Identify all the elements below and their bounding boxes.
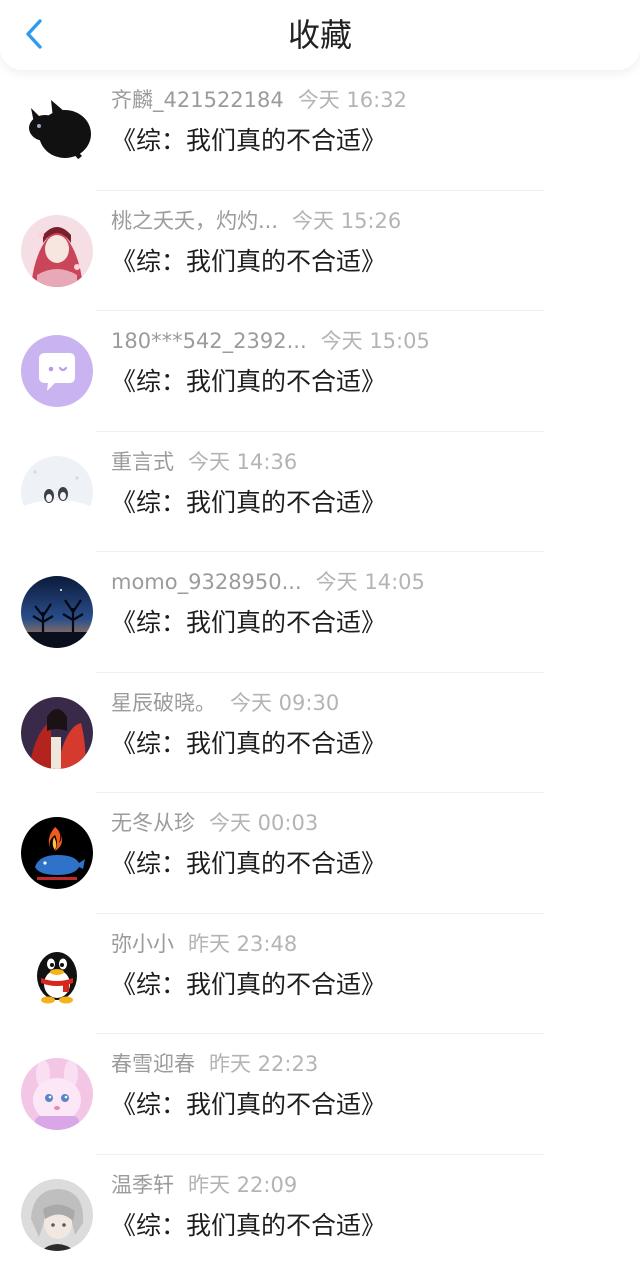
- timestamp: 昨天 22:09: [188, 1172, 298, 1197]
- book-title[interactable]: 《综：我们真的不合适》: [111, 365, 386, 399]
- book-title[interactable]: 《综：我们真的不合适》: [111, 727, 386, 761]
- list-item[interactable]: 齐麟_421522184 今天 16:32 《综：我们真的不合适》: [0, 70, 640, 191]
- top-bar: 收藏: [0, 0, 640, 70]
- red-robe-avatar[interactable]: [21, 696, 93, 769]
- timestamp: 今天 15:05: [320, 329, 430, 353]
- book-title[interactable]: 《综：我们真的不合适》: [111, 847, 386, 881]
- timestamp: 昨天 22:23: [209, 1052, 319, 1076]
- list-item[interactable]: 无冬从珍 今天 00:03 《综：我们真的不合适》: [0, 793, 640, 914]
- item-meta: 齐麟_421522184 今天 16:32: [111, 86, 407, 114]
- snow-birds-avatar[interactable]: [21, 455, 93, 528]
- user-name[interactable]: momo_9328950...: [111, 570, 302, 594]
- pink-bunny-avatar[interactable]: [21, 1058, 93, 1130]
- list-item[interactable]: 温季轩 昨天 22:09 《综：我们真的不合适》: [0, 1155, 640, 1270]
- user-name[interactable]: 无冬从珍: [111, 811, 195, 835]
- user-name[interactable]: 春雪迎春: [111, 1052, 195, 1076]
- user-name[interactable]: 星辰破晓。: [111, 691, 216, 715]
- user-name[interactable]: 温季轩: [111, 1173, 174, 1197]
- book-title[interactable]: 《综：我们真的不合适》: [111, 124, 386, 158]
- item-meta: 重言式 今天 14:36: [111, 448, 297, 476]
- user-name[interactable]: 弥小小: [111, 932, 174, 956]
- timestamp: 昨天 23:48: [188, 931, 298, 956]
- item-meta: 180***542_2392... 今天 15:05: [111, 327, 430, 355]
- silver-hair-avatar[interactable]: [21, 1178, 93, 1251]
- fire-whale-avatar[interactable]: [21, 817, 93, 889]
- user-name[interactable]: 齐麟_421522184: [111, 88, 284, 112]
- purple-chat-avatar[interactable]: [21, 335, 93, 407]
- night-sky-avatar[interactable]: [21, 576, 93, 648]
- timestamp: 今天 16:32: [297, 88, 407, 112]
- page-title: 收藏: [287, 16, 352, 54]
- list-item[interactable]: 桃之夭夭，灼灼... 今天 15:26 《综：我们真的不合适》: [0, 191, 640, 311]
- item-meta: 春雪迎春 昨天 22:23: [111, 1050, 318, 1078]
- item-meta: 弥小小 昨天 23:48: [111, 930, 297, 958]
- favorites-list: 齐麟_421522184 今天 16:32 《综：我们真的不合适》 桃之夭夭，灼灼: [0, 70, 640, 1270]
- favorites-screen: 收藏 齐麟_421522184 今天 16:32 《综：我们真的不合适》 桃之夭…: [0, 0, 640, 1270]
- book-title[interactable]: 《综：我们真的不合适》: [111, 1209, 386, 1243]
- user-name[interactable]: 重言式: [111, 450, 174, 474]
- item-meta: momo_9328950... 今天 14:05: [111, 568, 425, 596]
- list-item[interactable]: 春雪迎春 昨天 22:23 《综：我们真的不合适》: [0, 1034, 640, 1155]
- black-cat-avatar[interactable]: [21, 94, 93, 166]
- timestamp: 今天 15:26: [292, 208, 402, 233]
- book-title[interactable]: 《综：我们真的不合适》: [111, 245, 386, 279]
- penguin-avatar[interactable]: [21, 937, 93, 1010]
- timestamp: 今天 00:03: [209, 811, 319, 835]
- book-title[interactable]: 《综：我们真的不合适》: [111, 486, 386, 520]
- list-item[interactable]: 弥小小 昨天 23:48 《综：我们真的不合适》: [0, 914, 640, 1034]
- user-name[interactable]: 180***542_2392...: [111, 329, 307, 353]
- item-meta: 桃之夭夭，灼灼... 今天 15:26: [111, 207, 401, 235]
- timestamp: 今天 14:05: [315, 570, 425, 594]
- book-title[interactable]: 《综：我们真的不合适》: [111, 1088, 386, 1122]
- timestamp: 今天 09:30: [230, 690, 340, 715]
- item-meta: 无冬从珍 今天 00:03: [111, 809, 318, 837]
- item-meta: 星辰破晓。 今天 09:30: [111, 689, 339, 717]
- book-title[interactable]: 《综：我们真的不合适》: [111, 606, 386, 640]
- pink-anime-avatar[interactable]: [21, 214, 93, 287]
- list-item[interactable]: momo_9328950... 今天 14:05 《综：我们真的不合适》: [0, 552, 640, 673]
- list-item[interactable]: 180***542_2392... 今天 15:05 《综：我们真的不合适》: [0, 311, 640, 432]
- user-name[interactable]: 桃之夭夭，灼灼...: [111, 209, 278, 233]
- list-item[interactable]: 星辰破晓。 今天 09:30 《综：我们真的不合适》: [0, 673, 640, 793]
- list-item[interactable]: 重言式 今天 14:36 《综：我们真的不合适》: [0, 432, 640, 552]
- item-meta: 温季轩 昨天 22:09: [111, 1171, 297, 1199]
- book-title[interactable]: 《综：我们真的不合适》: [111, 968, 386, 1002]
- timestamp: 今天 14:36: [188, 449, 298, 474]
